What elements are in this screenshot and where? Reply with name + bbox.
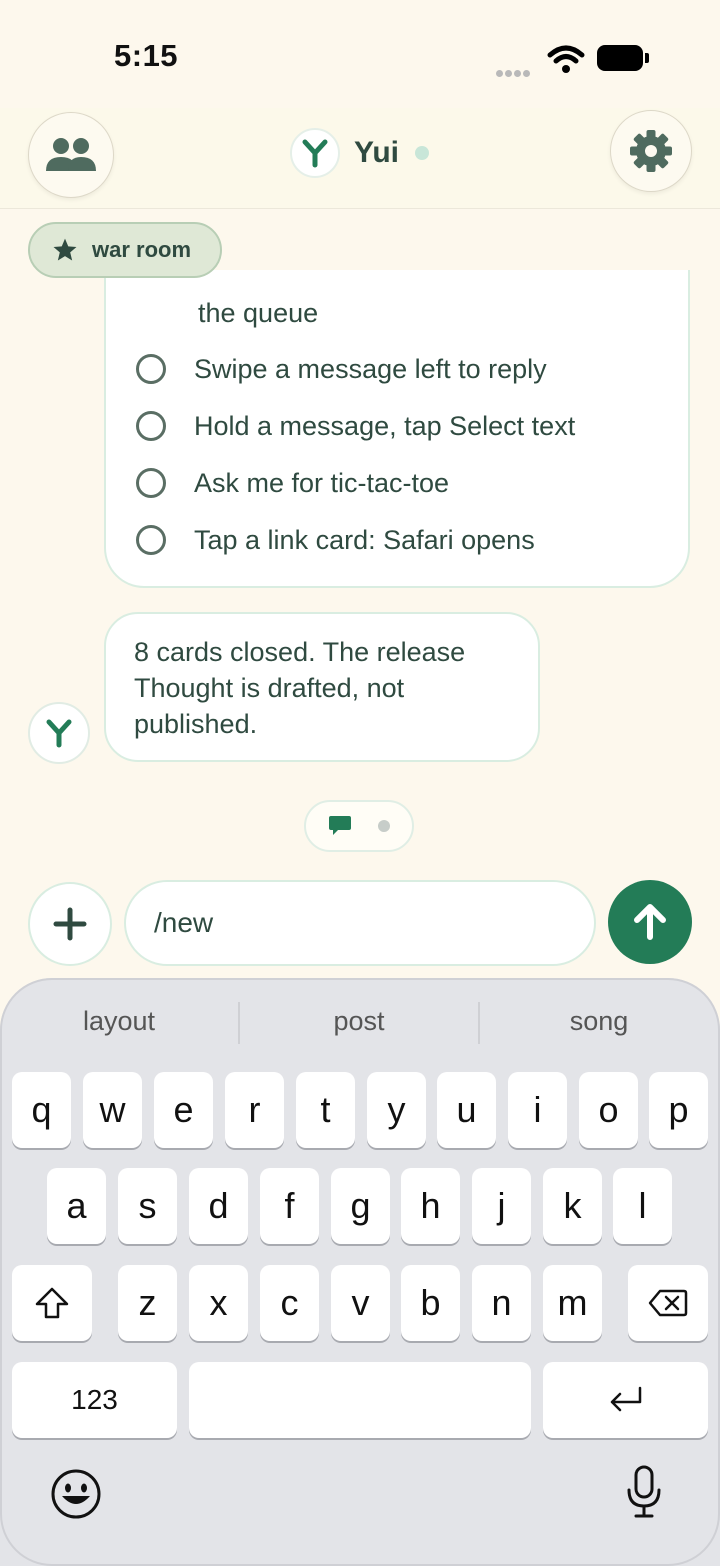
key-z[interactable]: z (118, 1265, 177, 1341)
checklist-item[interactable]: Hold a message, tap Select text (136, 406, 575, 446)
shift-icon (35, 1287, 69, 1319)
key-n[interactable]: n (472, 1265, 531, 1341)
key-s[interactable]: s (118, 1168, 177, 1244)
plus-icon (53, 907, 87, 941)
emoji-icon (51, 1469, 101, 1519)
checklist-item[interactable]: Ask me for tic-tac-toe (136, 463, 449, 503)
message-line: 8 cards closed. The release (134, 637, 466, 667)
delete-key[interactable] (628, 1265, 708, 1341)
key-t[interactable]: t (296, 1072, 355, 1148)
checklist-item-label: Tap a link card: Safari opens (194, 524, 535, 555)
checkbox-circle-icon[interactable] (136, 468, 166, 498)
key-w[interactable]: w (83, 1072, 142, 1148)
checkbox-circle-icon[interactable] (136, 411, 166, 441)
add-attachment-button[interactable] (28, 882, 112, 966)
page-title: Yui (354, 136, 400, 169)
online-status-dot (415, 146, 430, 160)
yui-logo-icon (46, 719, 72, 748)
return-key[interactable] (543, 1362, 708, 1438)
dictation-button[interactable] (624, 1464, 664, 1525)
key-a[interactable]: a (47, 1168, 106, 1244)
gear-icon (630, 130, 672, 172)
checklist-item-label: Hold a message, tap Select text (194, 410, 576, 441)
key-l[interactable]: l (613, 1168, 672, 1244)
key-r[interactable]: r (225, 1072, 284, 1148)
key-b[interactable]: b (401, 1265, 460, 1341)
space-key[interactable] (189, 1362, 531, 1438)
chat-header: Yui (0, 108, 720, 209)
key-y[interactable]: y (367, 1072, 426, 1148)
wifi-icon (547, 45, 585, 73)
checklist-item[interactable]: Tap a link card: Safari opens (136, 520, 535, 560)
yui-logo-icon (290, 128, 340, 178)
people-icon (46, 138, 96, 171)
star-icon (53, 238, 77, 261)
microphone-icon (627, 1465, 661, 1518)
send-button[interactable] (608, 880, 692, 964)
arrow-up-icon (634, 904, 666, 940)
key-k[interactable]: k (543, 1168, 602, 1244)
key-c[interactable]: c (260, 1265, 319, 1341)
battery-icon (597, 45, 649, 71)
key-e[interactable]: e (154, 1072, 213, 1148)
keyboard: layout post song q w e r t y u i o p a s… (0, 978, 720, 1566)
key-q[interactable]: q (12, 1072, 71, 1148)
checklist-item-label: Ask me for tic-tac-toe (194, 467, 450, 498)
people-button[interactable] (28, 112, 114, 198)
key-p[interactable]: p (649, 1072, 708, 1148)
backspace-icon (648, 1289, 688, 1317)
suggestion-item[interactable]: layout (0, 1006, 238, 1037)
key-d[interactable]: d (189, 1168, 248, 1244)
key-f[interactable]: f (260, 1168, 319, 1244)
return-icon (610, 1386, 641, 1412)
settings-button[interactable] (610, 110, 692, 192)
status-bar: 5:15 (0, 0, 720, 110)
message-line: Thought is drafted, not (134, 673, 405, 703)
numbers-key[interactable]: 123 (12, 1362, 177, 1438)
message-bubble[interactable]: 8 cards closed. The release Thought is d… (104, 612, 540, 762)
shift-key[interactable] (12, 1265, 92, 1341)
checklist-item[interactable]: Swipe a message left to reply (136, 349, 547, 389)
emoji-button[interactable] (50, 1468, 102, 1525)
key-u[interactable]: u (437, 1072, 496, 1148)
key-o[interactable]: o (579, 1072, 638, 1148)
key-v[interactable]: v (331, 1265, 390, 1341)
suggestion-item[interactable]: post (240, 1006, 478, 1037)
room-chip[interactable]: war room (28, 222, 222, 278)
activity-indicator (304, 800, 414, 852)
avatar (28, 702, 90, 764)
key-h[interactable]: h (401, 1168, 460, 1244)
checkbox-circle-icon[interactable] (136, 354, 166, 384)
chat-title: Yui (290, 128, 430, 178)
checkbox-circle-icon[interactable] (136, 525, 166, 555)
key-x[interactable]: x (189, 1265, 248, 1341)
message-input[interactable]: /new (124, 880, 596, 966)
key-i[interactable]: i (508, 1072, 567, 1148)
message-line: published. (134, 709, 258, 739)
key-m[interactable]: m (543, 1265, 602, 1341)
checklist-continued-text: the queue (198, 298, 319, 328)
checklist-item-label: Swipe a message left to reply (194, 353, 547, 384)
key-g[interactable]: g (331, 1168, 390, 1244)
chat-bubble-icon (329, 816, 351, 835)
status-dot (378, 820, 390, 832)
checklist-card: the queue Swipe a message left to reply … (104, 270, 690, 588)
status-time: 5:15 (114, 38, 179, 73)
cellular-signal-icon (496, 64, 532, 82)
key-j[interactable]: j (472, 1168, 531, 1244)
suggestion-item[interactable]: song (480, 1006, 718, 1037)
room-chip-label: war room (92, 237, 192, 262)
